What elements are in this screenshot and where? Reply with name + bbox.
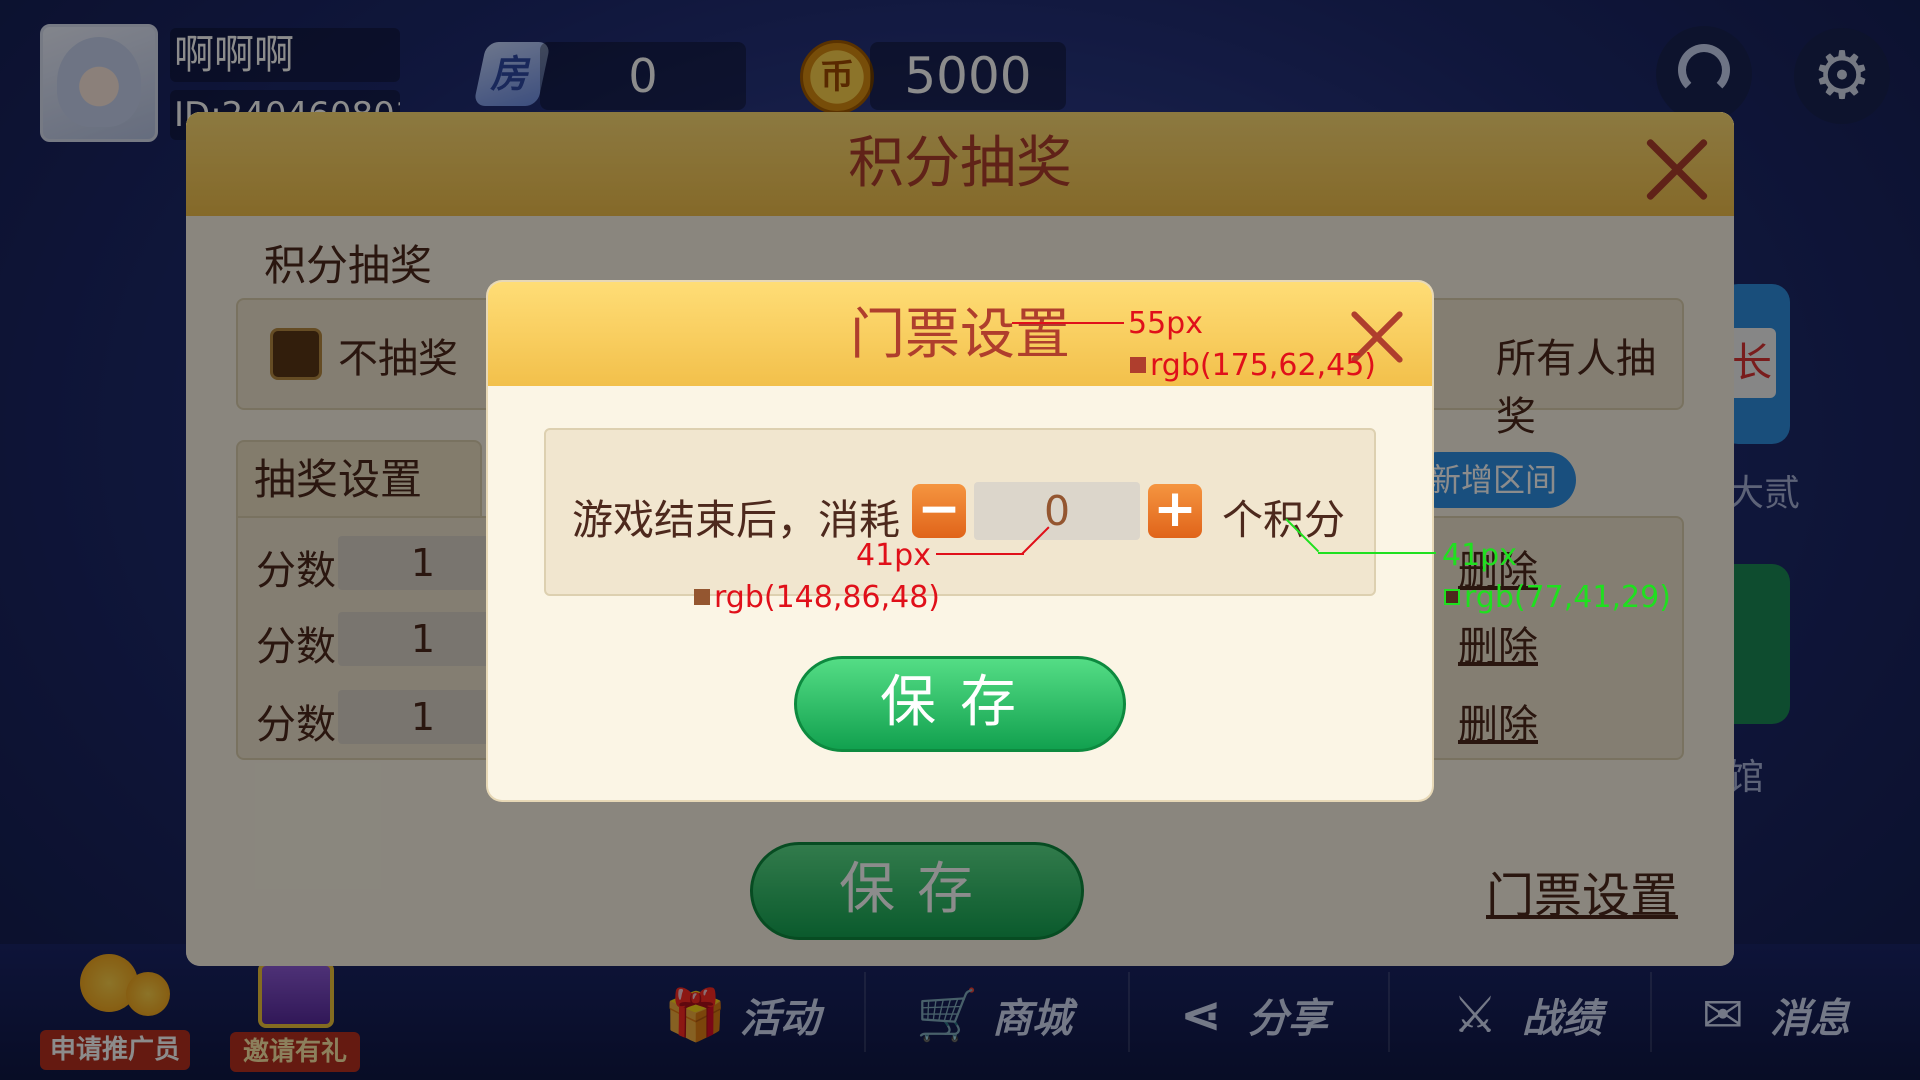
plus-icon[interactable]: +: [1148, 483, 1202, 538]
annotation-leader-title: [1012, 322, 1124, 324]
annotation-leader-text: [1318, 552, 1436, 554]
minus-icon[interactable]: −: [912, 483, 966, 538]
annotation-title-size: 55px: [1128, 306, 1203, 341]
annotation-text-size: 41px: [1442, 538, 1517, 573]
annotation-text-color: rgb(77,41,29): [1444, 580, 1671, 615]
color-swatch: [1130, 357, 1146, 373]
color-swatch: [1444, 589, 1460, 605]
annotation-text-color-text: rgb(77,41,29): [1464, 580, 1671, 615]
annotation-leader-input: [936, 553, 1024, 555]
consume-points-input[interactable]: 0: [974, 482, 1140, 540]
annotation-input-color-text: rgb(148,86,48): [714, 580, 940, 615]
annotation-title-color: rgb(175,62,45): [1130, 348, 1376, 383]
annotation-title-color-text: rgb(175,62,45): [1150, 348, 1376, 383]
ticket-save-button[interactable]: 保存: [794, 656, 1126, 752]
consume-suffix-text: 个积分: [1222, 496, 1345, 544]
ticket-consume-panel: 游戏结束后，消耗 − 0 + 个积分: [544, 428, 1376, 596]
annotation-input-size: 41px: [856, 538, 931, 573]
color-swatch: [694, 589, 710, 605]
annotation-input-color: rgb(148,86,48): [694, 580, 940, 615]
consume-prefix-text: 游戏结束后，消耗: [572, 496, 900, 544]
